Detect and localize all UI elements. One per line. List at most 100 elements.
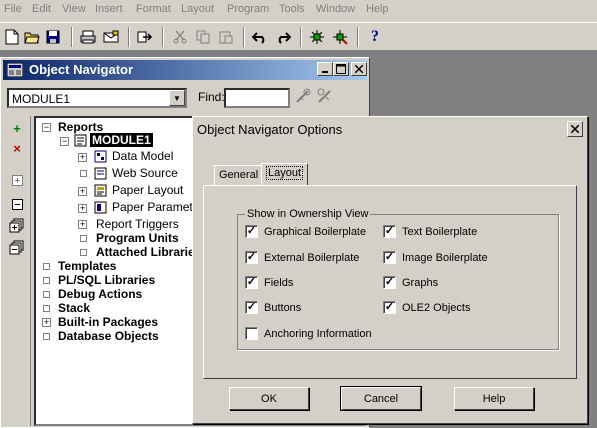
find-next-icon[interactable]	[294, 88, 312, 106]
data-model-icon	[94, 150, 107, 163]
external-boilerplate-checkbox[interactable]: ✓ External Boilerplate	[245, 251, 359, 264]
navigator-title: Object Navigator	[29, 62, 134, 77]
tree-item-debug-actions[interactable]: Debug Actions	[58, 287, 142, 301]
expand-icon[interactable]: +	[78, 187, 87, 196]
maximize-button[interactable]	[333, 62, 349, 76]
ole2-objects-label: OLE2 Objects	[402, 301, 471, 314]
checkbox-box: ✓	[383, 225, 396, 238]
save-icon[interactable]	[43, 27, 63, 47]
main-toolbar: ?	[0, 22, 597, 50]
menu-layout[interactable]: Layout	[181, 3, 214, 15]
expand-all-icon[interactable]	[9, 218, 25, 234]
tree-item-program-units[interactable]: Program Units	[96, 231, 179, 245]
ole2-objects-checkbox[interactable]: ✓ OLE2 Objects	[383, 301, 470, 314]
close-icon[interactable]	[351, 62, 367, 76]
menu-format[interactable]: Format	[136, 3, 171, 15]
leaf-node-marker	[43, 305, 50, 312]
ok-button[interactable]: OK	[229, 387, 309, 410]
expand-icon[interactable]	[9, 172, 25, 188]
menu-program[interactable]: Program	[227, 3, 269, 15]
module-select[interactable]: MODULE1 ▼	[7, 88, 187, 108]
menu-insert[interactable]: Insert	[95, 3, 123, 15]
add-icon[interactable]: +	[9, 120, 25, 136]
help-icon[interactable]: ?	[365, 27, 385, 47]
delete-icon[interactable]: ×	[9, 140, 25, 156]
checkbox-box: ✓	[245, 251, 258, 264]
expand-icon[interactable]: +	[78, 204, 87, 213]
options-dialog: Object Navigator Options General Layout …	[192, 116, 588, 424]
menu-file[interactable]: File	[4, 3, 22, 15]
collapse-all-icon[interactable]	[9, 240, 25, 256]
tree-item-database-objects[interactable]: Database Objects	[58, 329, 159, 343]
run-icon[interactable]	[307, 27, 327, 47]
print-icon[interactable]	[78, 27, 98, 47]
close-icon[interactable]	[567, 121, 583, 137]
undo-icon[interactable]	[250, 27, 270, 47]
dialog-title: Object Navigator Options	[197, 122, 343, 137]
cancel-button[interactable]: Cancel	[340, 386, 422, 411]
fields-label: Fields	[264, 276, 294, 289]
fields-checkbox[interactable]: ✓ Fields	[245, 276, 293, 289]
redo-icon[interactable]	[273, 27, 293, 47]
text-boilerplate-checkbox[interactable]: ✓ Text Boilerplate	[383, 225, 477, 238]
tree-item-paper-layout[interactable]: Paper Layout	[112, 183, 183, 197]
mail-icon[interactable]	[101, 27, 121, 47]
paper-layout-icon	[94, 184, 107, 197]
paste-icon[interactable]	[216, 27, 236, 47]
graphs-checkbox[interactable]: ✓ Graphs	[383, 276, 438, 289]
tree-item-reports[interactable]: Reports	[58, 120, 103, 134]
navigator-bar: MODULE1 ▼ Find:	[3, 82, 367, 114]
tree-item-paper-parameter[interactable]: Paper Parameter	[112, 200, 203, 214]
expand-icon[interactable]: +	[78, 153, 87, 162]
cut-icon[interactable]	[170, 27, 190, 47]
buttons-checkbox[interactable]: ✓ Buttons	[245, 301, 301, 314]
tree-item-plsql-libraries[interactable]: PL/SQL Libraries	[58, 273, 155, 287]
dialog-title-bar[interactable]: Object Navigator Options	[195, 119, 585, 139]
text-boilerplate-label: Text Boilerplate	[402, 225, 478, 238]
leaf-node-marker	[43, 333, 50, 340]
graphical-boilerplate-checkbox[interactable]: ✓ Graphical Boilerplate	[245, 225, 366, 238]
anchoring-information-label: Anchoring Information	[264, 327, 372, 340]
navigator-side-toolbar: + ×	[3, 116, 31, 426]
tab-general[interactable]: General	[214, 165, 264, 185]
tree-item-web-source[interactable]: Web Source	[112, 166, 178, 180]
leaf-node-marker	[80, 235, 87, 242]
tree-item-stack[interactable]: Stack	[58, 301, 90, 315]
menu-tools[interactable]: Tools	[279, 3, 305, 15]
compile-icon[interactable]	[135, 27, 155, 47]
leaf-node-marker	[43, 277, 50, 284]
anchoring-information-checkbox[interactable]: Anchoring Information	[245, 327, 372, 340]
image-boilerplate-checkbox[interactable]: ✓ Image Boilerplate	[383, 251, 488, 264]
collapse-icon[interactable]: −	[60, 137, 69, 146]
debug-icon[interactable]	[330, 27, 350, 47]
navigator-title-bar[interactable]: Object Navigator	[3, 60, 367, 80]
leaf-node-marker	[80, 249, 87, 256]
collapse-icon[interactable]	[9, 196, 25, 212]
expand-icon[interactable]: +	[42, 318, 51, 327]
tree-item-data-model[interactable]: Data Model	[112, 149, 173, 163]
collapse-icon[interactable]: −	[42, 123, 51, 132]
tree-item-attached-libraries[interactable]: Attached Librarie	[96, 245, 195, 259]
chevron-down-icon[interactable]: ▼	[169, 90, 185, 106]
copy-icon[interactable]	[193, 27, 213, 47]
report-module-icon	[74, 134, 87, 147]
web-source-icon	[94, 167, 107, 180]
find-input[interactable]	[224, 88, 290, 108]
menu-bar: File Edit View Insert Format Layout Prog…	[0, 0, 597, 20]
find-previous-icon[interactable]	[316, 88, 334, 106]
tree-item-builtin-packages[interactable]: Built-in Packages	[58, 315, 158, 329]
minimize-button[interactable]	[317, 62, 333, 76]
tree-item-templates[interactable]: Templates	[58, 259, 116, 273]
menu-view[interactable]: View	[62, 3, 86, 15]
menu-edit[interactable]: Edit	[32, 3, 51, 15]
menu-help[interactable]: Help	[366, 3, 389, 15]
help-button[interactable]: Help	[454, 387, 534, 410]
tree-item-report-triggers[interactable]: Report Triggers	[96, 217, 179, 231]
menu-window[interactable]: Window	[316, 3, 355, 15]
open-icon[interactable]	[22, 27, 42, 47]
tree-item-module1[interactable]: MODULE1	[90, 133, 153, 147]
expand-icon[interactable]: +	[78, 220, 87, 229]
checkbox-box: ✓	[383, 301, 396, 314]
tab-layout[interactable]: Layout	[261, 163, 309, 185]
new-icon[interactable]	[2, 27, 22, 47]
